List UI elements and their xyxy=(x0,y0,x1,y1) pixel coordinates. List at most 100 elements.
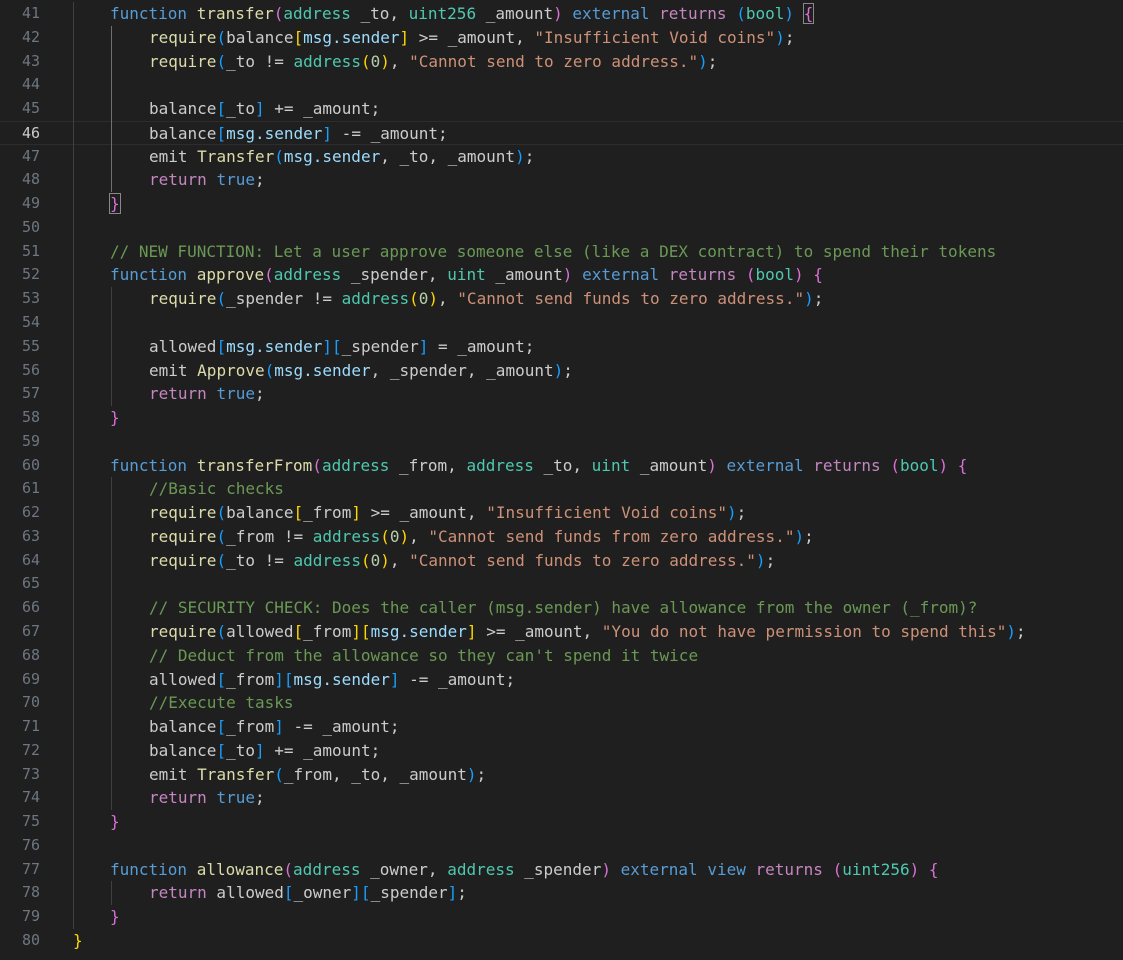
code-text: function transferFrom(address _from, add… xyxy=(110,454,967,478)
code-text: allowed[msg.sender][_spender] = _amount; xyxy=(149,335,534,359)
code-line[interactable]: 56 emit Approve(msg.sender, _spender, _am… xyxy=(0,359,1123,383)
code-token: ) xyxy=(515,146,525,166)
code-token: -= _amount; xyxy=(332,123,448,143)
code-token: _spender != xyxy=(226,289,342,309)
code-token: ) xyxy=(784,4,795,23)
code-text: } xyxy=(73,929,83,953)
code-line[interactable]: 58} xyxy=(0,406,1123,430)
code-token: } xyxy=(110,907,120,927)
code-token: _from xyxy=(226,717,275,737)
code-line[interactable]: 49} xyxy=(0,192,1123,216)
code-line[interactable]: 80} xyxy=(0,929,1123,953)
code-token: [ xyxy=(293,503,304,523)
code-editor[interactable]: 41 function transfer(address _to, uint256… xyxy=(0,0,1123,960)
code-line[interactable]: 61 //Basic checks xyxy=(0,477,1123,501)
code-line[interactable]: 50 xyxy=(0,216,1123,240)
code-token: ( xyxy=(216,27,227,47)
code-token: address xyxy=(293,859,361,879)
code-line[interactable]: 71 balance[_from] -= _amount; xyxy=(0,715,1123,739)
code-token: } xyxy=(73,931,83,951)
code-text: return allowed[_owner][_spender]; xyxy=(149,881,467,905)
code-token: return xyxy=(149,883,207,903)
code-token: "Cannot send funds from zero address." xyxy=(428,526,795,546)
code-line[interactable]: 43 require(_to != address(0), "Cannot sen… xyxy=(0,50,1123,74)
code-line[interactable]: 55 allowed[msg.sender][_spender] = _amoun… xyxy=(0,335,1123,359)
code-token: address xyxy=(341,289,410,309)
code-text: balance[_from] -= _amount; xyxy=(149,715,399,739)
code-token: ][ xyxy=(351,622,371,642)
code-line[interactable]: 73 emit Transfer(_from, _to, _amount); xyxy=(0,763,1123,787)
code-token: >= _amount, xyxy=(476,622,602,642)
line-number: 42 xyxy=(21,27,40,46)
code-line[interactable]: 75} xyxy=(0,810,1123,834)
code-token: _amount xyxy=(630,455,708,475)
code-token: -= _amount; xyxy=(399,669,516,689)
code-token: allowed xyxy=(206,883,284,903)
code-token: ; xyxy=(254,384,265,404)
code-token: uint256 xyxy=(842,859,910,879)
code-token: transferFrom xyxy=(196,455,313,475)
code-token: Transfer xyxy=(197,764,275,784)
code-token: _to, xyxy=(350,4,409,23)
code-line[interactable]: 66 // SECURITY CHECK: Does the caller (ms… xyxy=(0,596,1123,620)
code-token: external xyxy=(726,455,804,475)
code-line[interactable]: 62 require(balance[_from] >= _amount, "In… xyxy=(0,501,1123,525)
code-line[interactable]: 70 //Execute tasks xyxy=(0,691,1123,715)
code-line[interactable]: 53 require(_spender != address(0), "Canno… xyxy=(0,287,1123,311)
code-token: ] xyxy=(274,717,284,737)
code-line[interactable]: 45 balance[_to] += _amount; xyxy=(0,97,1123,121)
code-line[interactable]: 76 xyxy=(0,834,1123,858)
code-line[interactable]: 74 return true; xyxy=(0,786,1123,810)
code-token: 0 xyxy=(418,289,429,309)
code-token: "Cannot send funds to zero address." xyxy=(457,289,805,309)
code-line[interactable]: 54 xyxy=(0,311,1123,335)
code-line[interactable]: 47 emit Transfer(msg.sender, _to, _amount… xyxy=(0,145,1123,169)
code-line[interactable]: 57 return true; xyxy=(0,382,1123,406)
code-token: require xyxy=(149,503,217,523)
code-line[interactable]: 42 require(balance[msg.sender] >= _amount… xyxy=(0,26,1123,50)
indent-guide xyxy=(111,287,112,407)
code-line[interactable]: 46 balance[msg.sender] -= _amount; xyxy=(0,120,1123,145)
code-line[interactable]: 44 xyxy=(0,73,1123,97)
code-line[interactable]: 79} xyxy=(0,905,1123,929)
code-token: msg.sender xyxy=(303,27,400,47)
code-line[interactable]: 52 function approve(address _spender, uin… xyxy=(0,263,1123,287)
code-line[interactable]: 65 xyxy=(0,572,1123,596)
code-token: ) xyxy=(698,51,708,71)
code-line[interactable]: 72 balance[_to] += _amount; xyxy=(0,739,1123,763)
line-number: 63 xyxy=(21,526,40,545)
code-line[interactable]: 60 function transferFrom(address _from, a… xyxy=(0,454,1123,478)
indent-guide xyxy=(111,477,112,811)
code-line[interactable]: 41 function transfer(address _to, uint256… xyxy=(0,2,1123,26)
code-line[interactable]: 67 require(allowed[_from][msg.sender] >= … xyxy=(0,620,1123,644)
code-token: [ xyxy=(216,336,227,356)
line-number: 58 xyxy=(21,408,40,427)
code-token: ; xyxy=(457,883,467,903)
code-token: ( xyxy=(216,550,227,570)
code-line[interactable]: 77 function allowance(address _owner, add… xyxy=(0,858,1123,882)
code-token: function xyxy=(110,265,188,285)
code-token: ( xyxy=(283,859,294,879)
code-token: ) xyxy=(553,360,564,380)
code-line[interactable]: 69 allowed[_from][msg.sender] -= _amount; xyxy=(0,668,1123,692)
code-line[interactable]: 63 require(_from != address(0), "Cannot s… xyxy=(0,525,1123,549)
code-line[interactable]: 51 // NEW FUNCTION: Let a user approve so… xyxy=(0,240,1123,264)
code-line[interactable]: 68 // Deduct from the allowance so they c… xyxy=(0,644,1123,668)
code-line[interactable]: 78 return allowed[_owner][_spender]; xyxy=(0,881,1123,905)
line-number: 45 xyxy=(21,99,40,118)
code-token: msg.sender xyxy=(283,146,381,166)
code-token: require xyxy=(149,289,217,309)
code-token: balance xyxy=(149,717,217,737)
code-line[interactable]: 64 require(_to != address(0), "Cannot sen… xyxy=(0,549,1123,573)
code-line[interactable]: 48 return true; xyxy=(0,168,1123,192)
code-token: _to, xyxy=(533,455,592,475)
code-token: ( xyxy=(890,455,900,475)
code-token: , _spender, _amount xyxy=(370,360,554,380)
code-line[interactable]: 59 xyxy=(0,430,1123,454)
code-token: ) xyxy=(380,51,390,71)
